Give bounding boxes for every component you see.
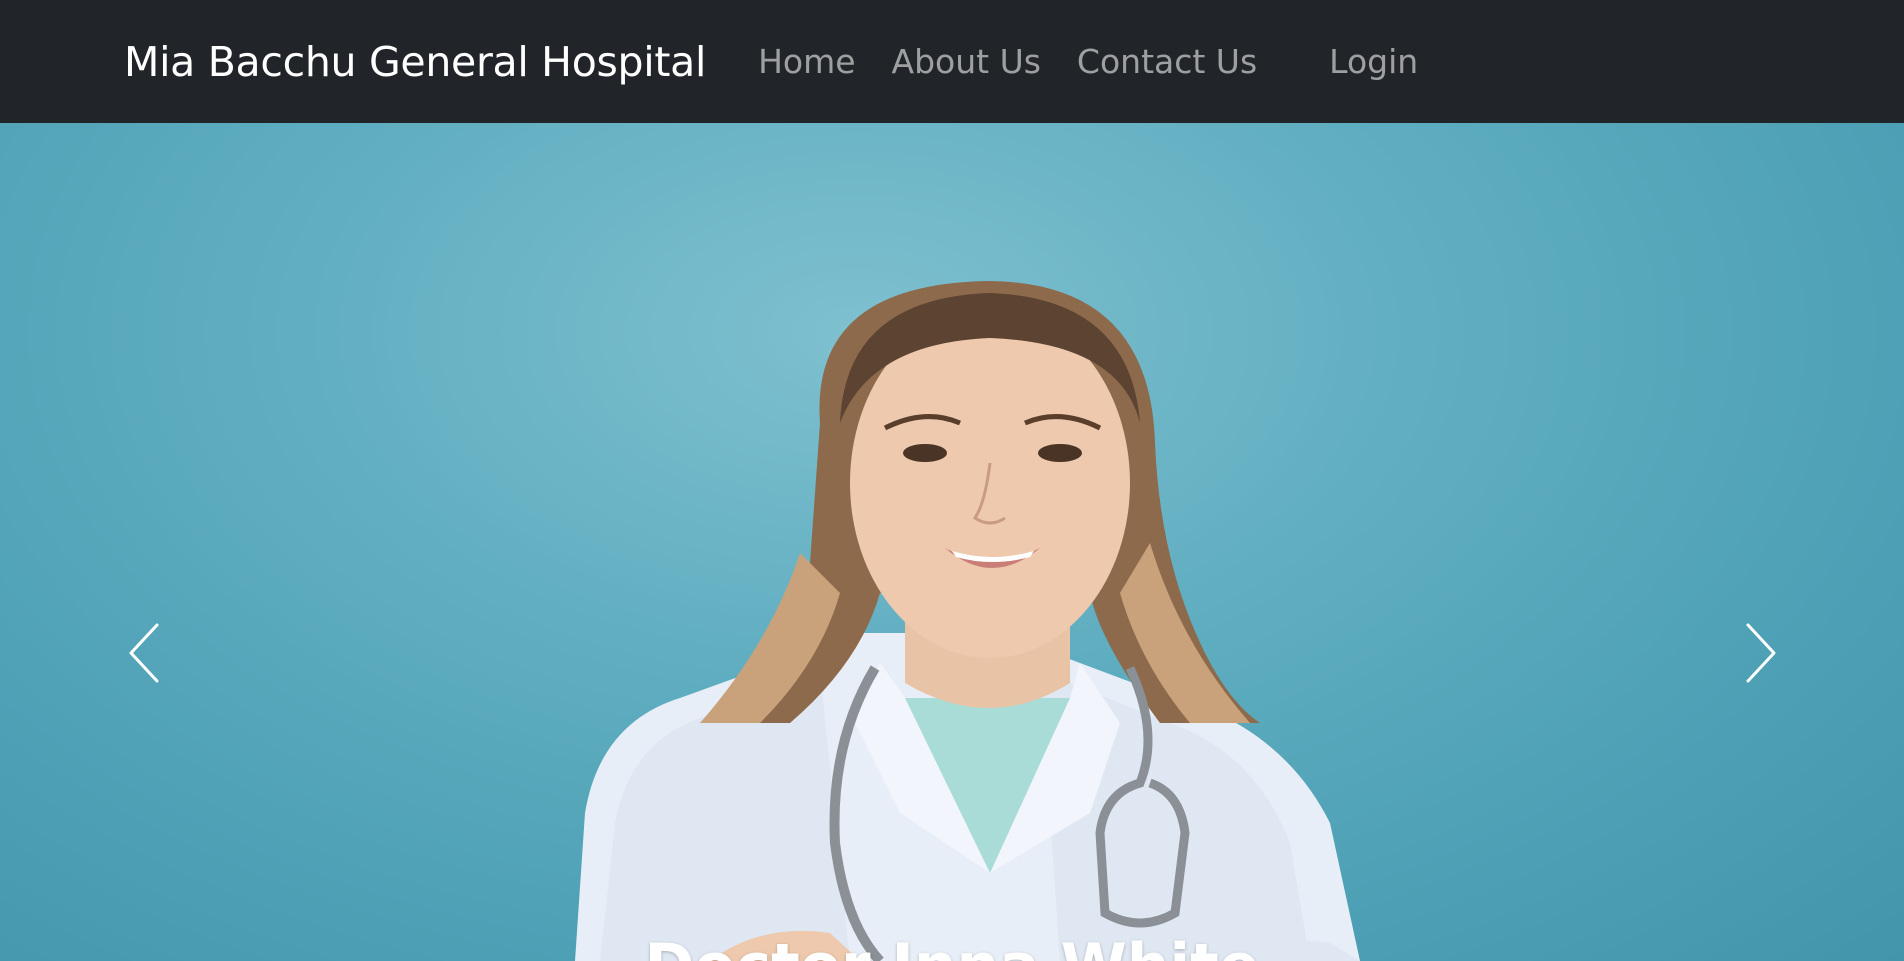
brand-logo-text[interactable]: Mia Bacchu General Hospital — [124, 38, 706, 86]
chevron-right-icon — [1746, 623, 1776, 683]
chevron-left-icon — [129, 623, 159, 683]
doctor-photo — [575, 281, 1360, 961]
nav-link-contact-us[interactable]: Contact Us — [1077, 42, 1257, 81]
nav-link-login[interactable]: Login — [1329, 42, 1418, 81]
nav-link-about-us[interactable]: About Us — [892, 42, 1041, 81]
carousel-prev-button[interactable] — [115, 593, 175, 713]
nav-link-home[interactable]: Home — [758, 42, 855, 81]
hero-carousel: Doctor Inna White — [0, 123, 1904, 961]
nav-links: Home About Us Contact Us Login — [758, 42, 1454, 81]
carousel-next-button[interactable] — [1730, 593, 1790, 713]
top-navbar: Mia Bacchu General Hospital Home About U… — [0, 0, 1904, 123]
slide-caption: Doctor Inna White — [0, 931, 1904, 961]
